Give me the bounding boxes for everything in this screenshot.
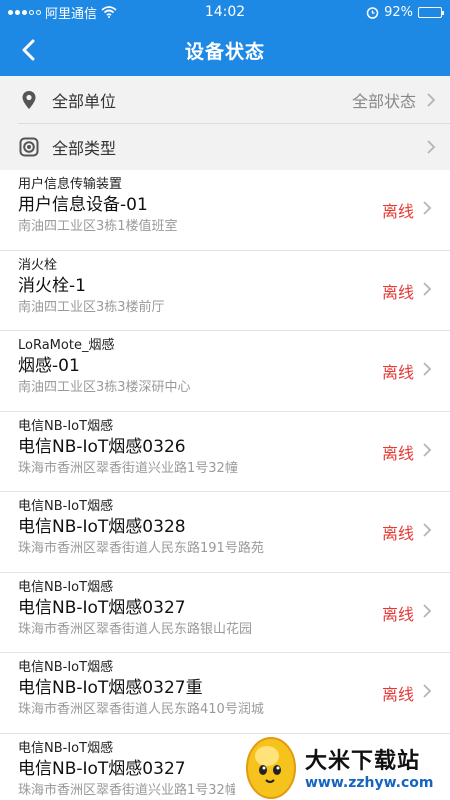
device-name: 电信NB-IoT烟感0328 — [18, 517, 186, 537]
device-list: 用户信息传输装置 用户信息设备-01 南油四工业区3栋1楼值班室 离线 消火栓 消火栓-1… — [0, 170, 450, 800]
watermark-text: 大米下载站 www.zzhyw.com — [305, 743, 433, 791]
rice-mascot-logo — [246, 737, 296, 799]
status-bar: 阿里通信 14:02 92% — [0, 0, 450, 24]
chevron-right-icon — [423, 442, 432, 457]
device-name: 电信NB-IoT烟感0326 — [18, 436, 186, 457]
device-address: 南油四工业区3栋3楼前厅 — [18, 299, 165, 315]
carrier-group: 阿里通信 — [8, 3, 117, 22]
status-badge: 离线 — [381, 524, 414, 543]
device-name: 电信NB-IoT烟感0327 — [18, 597, 186, 618]
battery-group: 92% — [366, 4, 444, 20]
device-list-item[interactable]: 消火栓消火栓-1 南油四工业区3栋3楼前厅 离线 — [0, 251, 450, 331]
chevron-right-icon — [423, 684, 432, 698]
location-pin-icon — [18, 89, 40, 111]
type-filter-arrow — [424, 140, 438, 154]
device-type: 用户信息传输装置 — [18, 177, 123, 192]
device-list-item[interactable]: 用户信息传输装置用户信息设备-01 南油四工业区3栋1楼值班室 离线 — [0, 170, 450, 251]
status-badge: 离线 — [381, 604, 414, 624]
wifi-icon — [101, 6, 117, 18]
device-type: 电信NB-IoT烟感 — [18, 418, 114, 434]
device-list-item[interactable]: 电信NB-IoT烟感电信NB-IoT烟感0328 珠海市香洲区翠香街道人民东路19… — [0, 492, 450, 573]
device-name: 电信NB-IoT烟感0327重 — [18, 678, 203, 698]
device-list-item[interactable]: 电信NB-IoT烟感电信NB-IoT烟感0326 珠海市香洲区翠香街道兴业路1号3… — [0, 412, 450, 492]
filter-type-row[interactable]: 全部类型 — [18, 123, 450, 170]
device-list-item[interactable]: 电信NB-IoT烟感电信NB-IoT烟感0327 珠海市香洲区翠香街道人民东路银山… — [0, 573, 450, 653]
nav-bar: 设备状态 — [0, 24, 450, 76]
chevron-right-icon — [423, 201, 432, 215]
chevron-right-icon — [423, 362, 432, 376]
device-type: LoRaMote_烟感 — [18, 338, 115, 353]
alarm-icon — [366, 6, 379, 19]
status-filter[interactable]: 全部状态 — [352, 88, 438, 112]
chevron-left-icon — [22, 39, 35, 61]
carrier-name: 阿里通信 — [45, 6, 98, 22]
chevron-right-icon — [427, 92, 436, 107]
device-type-icon — [18, 136, 40, 158]
device-name: 用户信息设备-01 — [18, 195, 148, 215]
type-filter-label: 全部类型 — [52, 139, 117, 158]
device-type: 消火栓 — [18, 257, 58, 273]
device-address: 珠海市香洲区翠香街道兴业路1号32幢 — [18, 460, 238, 476]
device-type: 电信NB-IoT烟感 — [18, 579, 114, 595]
status-badge: 离线 — [381, 282, 414, 302]
watermark-url: www.zzhyw.com — [305, 775, 434, 791]
battery-percent: 92% — [384, 4, 413, 20]
device-name: 消火栓-1 — [18, 275, 86, 296]
device-address: 珠海市香洲区翠香街道人民东路191号路苑 — [18, 541, 264, 556]
device-address: 珠海市香洲区翠香街道人民东路银山花园 — [18, 621, 253, 637]
status-badge: 离线 — [381, 202, 414, 221]
back-button[interactable] — [14, 36, 42, 64]
status-badge: 离线 — [381, 685, 414, 704]
watermark: 大米下载站 www.zzhyw.com — [235, 734, 450, 800]
device-type: 电信NB-IoT烟感 — [18, 499, 114, 514]
device-list-item[interactable]: LoRaMote_烟感烟感-01 南油四工业区3栋3楼深研中心 离线 — [0, 331, 450, 412]
signal-icon — [8, 9, 41, 15]
status-filter-label: 全部状态 — [351, 91, 416, 111]
device-name: 烟感-01 — [18, 356, 80, 376]
status-badge: 离线 — [381, 363, 414, 382]
filter-unit-row[interactable]: 全部单位 全部状态 — [0, 76, 450, 123]
device-address: 珠海市香洲区翠香街道人民东路410号润城 — [18, 702, 264, 717]
chevron-right-icon — [423, 281, 432, 296]
chevron-right-icon — [423, 523, 432, 537]
chevron-right-icon — [423, 603, 432, 618]
status-badge: 离线 — [381, 443, 414, 463]
device-type: 电信NB-IoT烟感 — [18, 660, 114, 675]
unit-filter-label: 全部单位 — [52, 91, 117, 111]
chevron-right-icon — [427, 140, 436, 154]
device-list-item[interactable]: 电信NB-IoT烟感电信NB-IoT烟感0327重珠海市香洲区翠香街道人民东路4… — [0, 653, 450, 734]
watermark-title: 大米下载站 — [305, 749, 421, 774]
filter-panel: 全部单位 全部状态 全部类型 — [0, 76, 450, 170]
device-address: 南油四工业区3栋1楼值班室 — [18, 219, 178, 234]
device-address: 南油四工业区3栋3楼深研中心 — [18, 380, 191, 395]
battery-icon — [418, 6, 444, 18]
page-title: 设备状态 — [184, 40, 265, 63]
